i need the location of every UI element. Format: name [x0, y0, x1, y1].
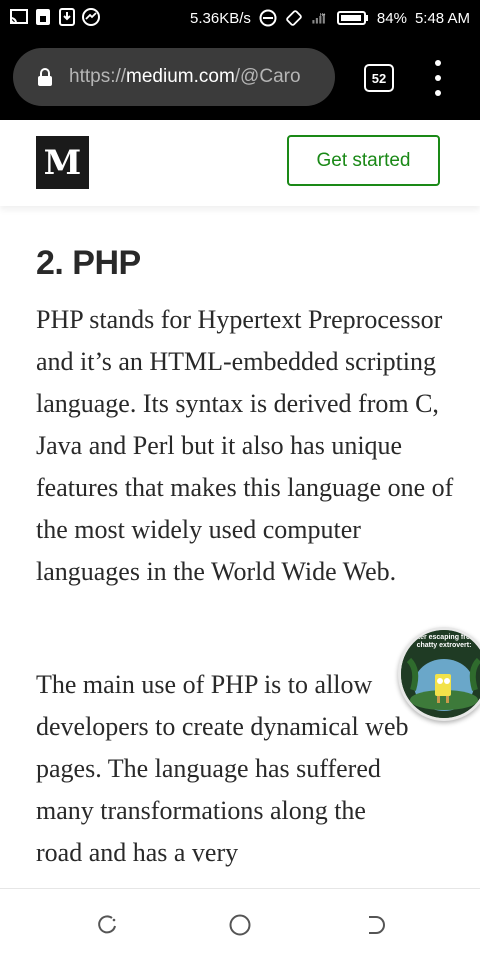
paragraph: The main use of PHP is to allow develope…	[36, 670, 409, 867]
address-bar[interactable]: https://medium.com/@Caro	[13, 48, 335, 106]
floating-video-bubble[interactable]: after escaping from chatty extrovert:	[398, 627, 480, 721]
status-bar: 5.36KB/s H+ 84% 5:48 AM	[0, 0, 480, 36]
medium-logo[interactable]: M	[36, 136, 89, 189]
recents-icon[interactable]	[95, 913, 119, 937]
browser-menu-icon[interactable]	[430, 60, 446, 96]
system-nav-bar	[0, 888, 480, 961]
tab-switcher-button[interactable]: 52	[364, 64, 394, 92]
secure-lock-icon[interactable]	[35, 66, 55, 88]
paragraph: PHP stands for Hypertext Preprocessor an…	[36, 305, 454, 586]
get-started-button[interactable]: Get started	[287, 135, 440, 186]
battery-percent: 84%	[376, 9, 407, 27]
rotate-icon	[285, 9, 303, 27]
svg-text:H+: H+	[320, 12, 326, 17]
section-heading: 2. PHP	[36, 244, 141, 282]
url-host: medium.com	[126, 66, 235, 87]
notification-icons	[10, 8, 100, 26]
browser-toolbar: https://medium.com/@Caro 52	[0, 36, 480, 120]
download-icon	[58, 8, 76, 26]
article-body: 2. PHP PHP stands for Hypertext Preproce…	[36, 244, 456, 867]
url-text[interactable]: https://medium.com/@Caro	[69, 66, 329, 88]
lock-icon	[34, 8, 52, 26]
dnd-icon	[259, 9, 277, 27]
battery-icon	[336, 9, 369, 27]
cast-icon	[10, 8, 28, 26]
url-scheme: https://	[69, 66, 127, 87]
bubble-caption: after escaping from chatty extrovert:	[411, 634, 477, 649]
signal-icon: H+	[311, 9, 329, 27]
url-path: /@Caro	[234, 66, 301, 87]
back-icon[interactable]	[362, 913, 386, 937]
system-status: 5.36KB/s H+ 84% 5:48 AM	[190, 0, 470, 36]
site-header: M Get started	[0, 120, 480, 206]
home-icon[interactable]	[228, 913, 252, 937]
net-speed: 5.36KB/s	[190, 9, 251, 27]
clock: 5:48 AM	[414, 9, 470, 27]
messenger-icon	[82, 8, 100, 26]
